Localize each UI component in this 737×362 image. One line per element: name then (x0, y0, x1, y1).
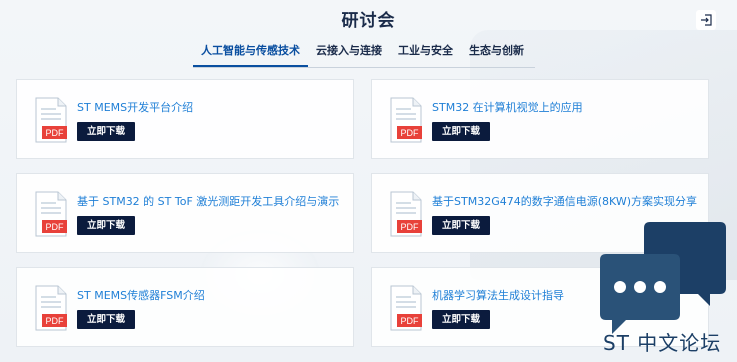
pdf-file-icon: PDF (390, 97, 422, 143)
forum-label[interactable]: ST 中文论坛 (603, 327, 721, 356)
document-card: PDF STM32 在计算机视觉上的应用 立即下载 (371, 79, 709, 159)
pdf-badge: PDF (46, 222, 65, 232)
download-button[interactable]: 立即下载 (77, 216, 135, 235)
tab-industrial-security[interactable]: 工业与安全 (390, 42, 461, 67)
exit-icon (701, 14, 712, 26)
download-button[interactable]: 立即下载 (432, 122, 490, 141)
pdf-file-icon: PDF (35, 97, 67, 143)
document-title-link[interactable]: 机器学习算法生成设计指导 (432, 287, 564, 303)
tab-ai-sensing[interactable]: 人工智能与传感技术 (193, 42, 308, 67)
download-button[interactable]: 立即下载 (432, 310, 490, 329)
document-title-link[interactable]: ST MEMS传感器FSM介绍 (77, 287, 205, 303)
document-title-link[interactable]: STM32 在计算机视觉上的应用 (432, 99, 583, 115)
exit-button[interactable] (696, 10, 716, 30)
pdf-file-icon: PDF (390, 285, 422, 331)
document-card: PDF ST MEMS传感器FSM介绍 立即下载 (16, 267, 354, 347)
pdf-badge: PDF (401, 128, 420, 138)
document-card: PDF ST MEMS开发平台介绍 立即下载 (16, 79, 354, 159)
pdf-badge: PDF (46, 316, 65, 326)
tab-cloud-connectivity[interactable]: 云接入与连接 (308, 42, 390, 67)
document-card: PDF 基于 STM32 的 ST ToF 激光测距开发工具介绍与演示 立即下载 (16, 173, 354, 253)
pdf-file-icon: PDF (35, 191, 67, 237)
download-button[interactable]: 立即下载 (77, 310, 135, 329)
pdf-badge: PDF (401, 316, 420, 326)
pdf-file-icon: PDF (35, 285, 67, 331)
tab-bar: 人工智能与传感技术 云接入与连接 工业与安全 生态与创新 (193, 42, 535, 68)
pdf-file-icon: PDF (390, 191, 422, 237)
document-title-link[interactable]: ST MEMS开发平台介绍 (77, 99, 193, 115)
page-title: 研讨会 (341, 11, 396, 31)
document-title-link[interactable]: 基于STM32G474的数字通信电源(8KW)方案实现分享 (432, 193, 697, 209)
pdf-badge: PDF (401, 222, 420, 232)
pdf-badge: PDF (46, 128, 65, 138)
download-button[interactable]: 立即下载 (77, 122, 135, 141)
download-button[interactable]: 立即下载 (432, 216, 490, 235)
tab-ecosystem-innovation[interactable]: 生态与创新 (461, 42, 532, 67)
document-title-link[interactable]: 基于 STM32 的 ST ToF 激光测距开发工具介绍与演示 (77, 193, 339, 209)
